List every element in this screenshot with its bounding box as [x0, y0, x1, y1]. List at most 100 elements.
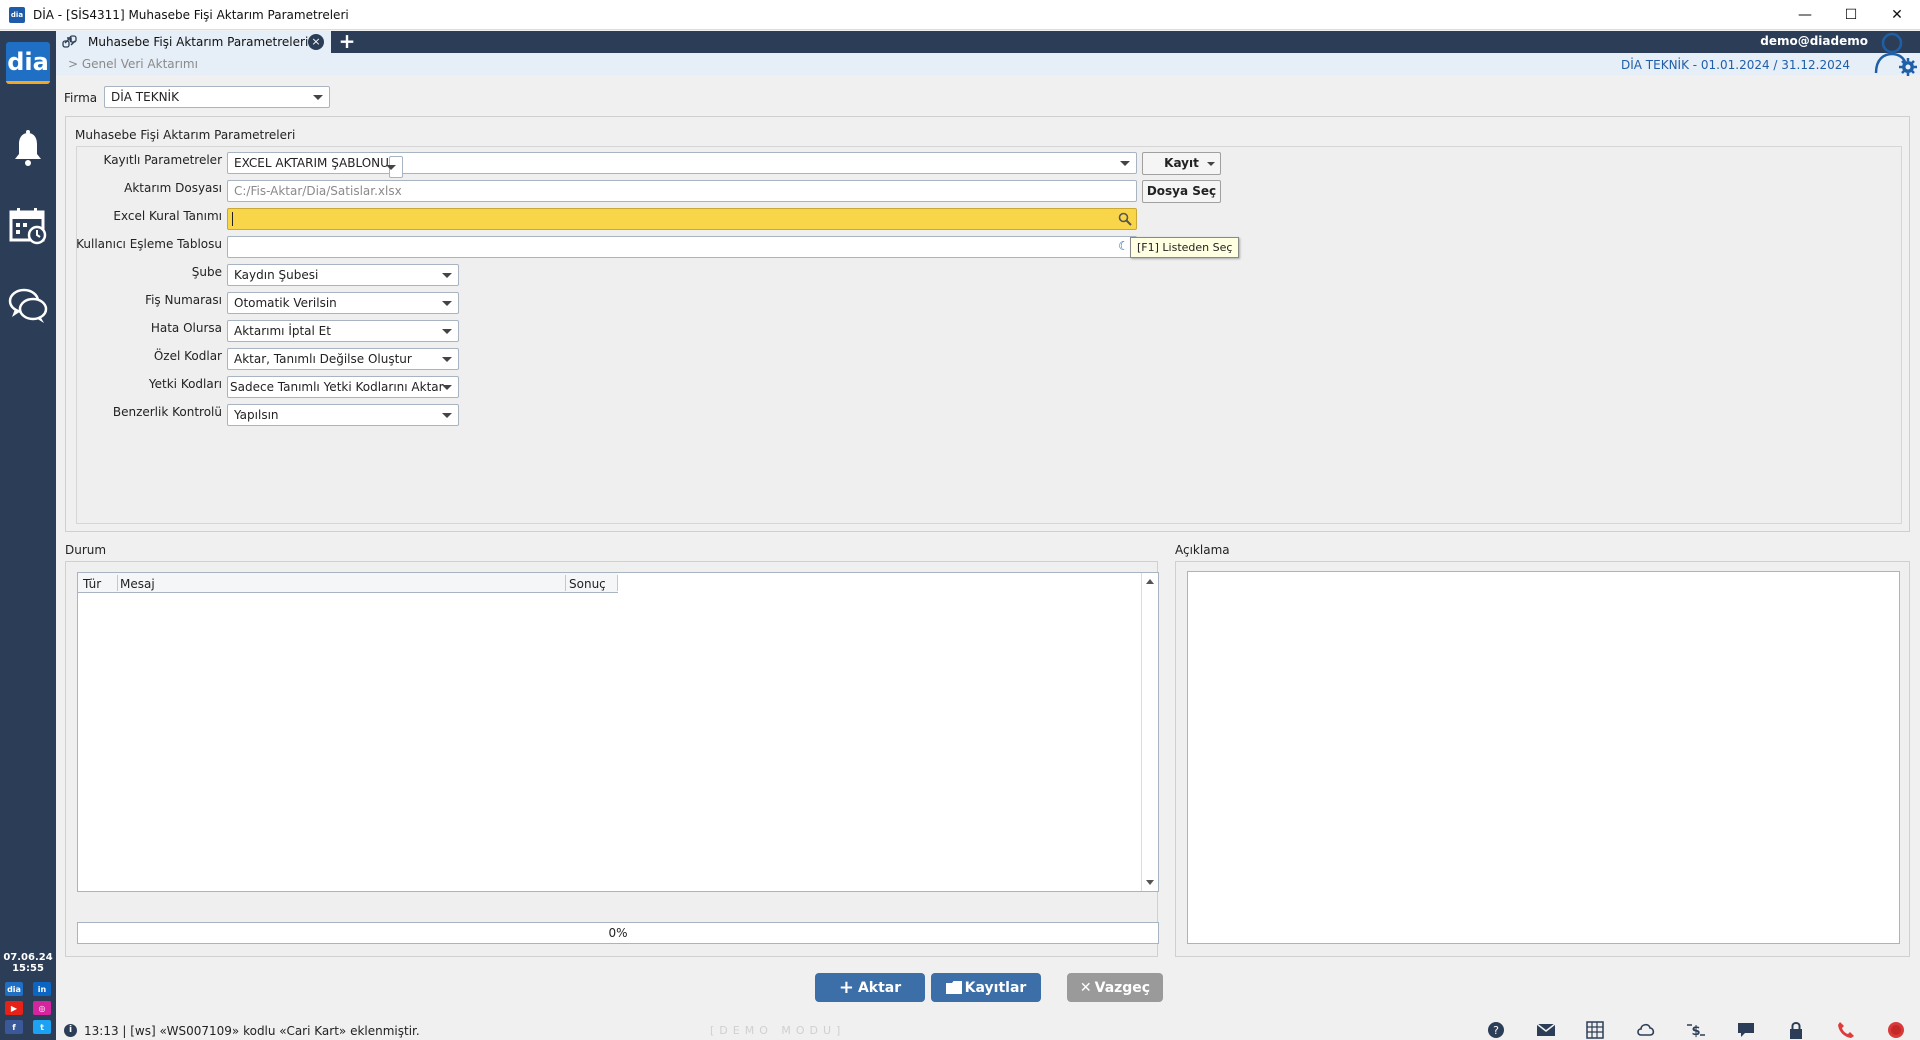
kayitli-parametreler-select[interactable]: EXCEL AKTARIM ŞABLONU — [227, 152, 1137, 178]
info-icon: i — [64, 1024, 77, 1037]
progress-bar: 0% — [77, 922, 1159, 944]
yetki-kodlari-label: Yetki Kodları — [148, 377, 222, 391]
ozel-kodlar-select[interactable]: Aktar, Tanımlı Değilse Oluştur — [227, 348, 459, 370]
dosya-sec-button[interactable]: Dosya Seç — [1142, 180, 1221, 203]
youtube-icon[interactable]: ▶ — [5, 1001, 23, 1015]
currency-icon[interactable]: $ — [1686, 1021, 1706, 1039]
record-icon[interactable] — [1886, 1021, 1906, 1039]
close-icon: ✕ — [1079, 979, 1092, 996]
chevron-down-icon — [1207, 162, 1215, 166]
durum-table-header: Tür Mesaj Sonuç — [78, 573, 618, 593]
user-settings-icon[interactable] — [1870, 29, 1918, 77]
fis-numarasi-select[interactable]: Otomatik Verilsin — [227, 292, 459, 314]
facebook-icon[interactable]: f — [5, 1020, 23, 1034]
excel-kural-label: Excel Kural Tanımı — [113, 209, 222, 223]
fis-numarasi-value: Otomatik Verilsin — [234, 296, 337, 310]
cloud-sync-icon[interactable] — [1636, 1021, 1656, 1039]
chat-icon[interactable] — [0, 282, 56, 330]
folder-icon — [945, 981, 962, 994]
sube-value: Kaydın Şubesi — [234, 268, 319, 282]
durum-scrollbar[interactable] — [1141, 573, 1158, 891]
fis-numarasi-label: Fiş Numarası — [145, 293, 222, 307]
column-header-tur[interactable]: Tür — [83, 577, 101, 591]
vazgec-button[interactable]: ✕ Vazgeç — [1067, 973, 1163, 1002]
company-period[interactable]: DİA TEKNİK - 01.01.2024 / 31.12.2024 — [1621, 58, 1850, 72]
svg-text:?: ? — [1493, 1024, 1499, 1037]
text-cursor — [232, 212, 233, 226]
tab-strip: Muhasebe Fişi Aktarım Parametreleri × + … — [56, 31, 1920, 53]
app-logo-icon: dia — [9, 6, 25, 23]
plus-icon: + — [838, 977, 854, 998]
aciklama-textarea[interactable] — [1187, 571, 1900, 944]
breadcrumb[interactable]: > Genel Veri Aktarımı — [68, 57, 198, 71]
ozel-kodlar-label: Özel Kodlar — [153, 349, 222, 363]
hata-olursa-label: Hata Olursa — [150, 321, 222, 335]
status-message: 13:13 | [ws] «WS007109» kodlu «Cari Kart… — [84, 1024, 420, 1038]
instagram-icon[interactable]: ◎ — [33, 1001, 51, 1015]
aktar-button-label: Aktar — [857, 979, 902, 996]
benzerlik-kontrolu-label: Benzerlik Kontrolü — [112, 405, 222, 419]
firma-value: DİA TEKNİK — [111, 90, 179, 104]
phone-icon[interactable] — [1836, 1021, 1856, 1039]
kayitlar-button[interactable]: Kayıtlar — [931, 973, 1041, 1002]
window-title: DİA - [SİS4311] Muhasebe Fişi Aktarım Pa… — [33, 7, 349, 22]
dia-social-icon[interactable]: dia — [5, 982, 23, 996]
yetki-kodlari-value: Sadece Tanımlı Yetki Kodlarını Aktar — [230, 380, 444, 394]
chevron-down-icon — [442, 385, 452, 390]
firma-select[interactable]: DİA TEKNİK — [104, 86, 330, 108]
link-icon — [62, 35, 77, 48]
bell-icon[interactable] — [0, 126, 56, 174]
grid-icon[interactable] — [1585, 1021, 1605, 1039]
calendar-clock-icon[interactable] — [0, 202, 56, 250]
user-name[interactable]: demo@diademo — [1760, 34, 1868, 48]
progress-text: 0% — [608, 926, 628, 940]
dia-logo[interactable]: dia — [6, 42, 50, 84]
maximize-button[interactable]: ☐ — [1828, 0, 1874, 30]
scroll-down-icon[interactable] — [1146, 880, 1154, 885]
add-tab-icon[interactable]: + — [337, 31, 357, 53]
kayit-button[interactable]: Kayıt — [1142, 152, 1221, 175]
kullanici-esleme-label: Kullanıcı Eşleme Tablosu — [76, 237, 222, 251]
aktarim-dosyasi-input[interactable]: C:/Fis-Aktar/Dia/Satislar.xlsx — [227, 180, 1137, 202]
aktarim-dosyasi-placeholder: C:/Fis-Aktar/Dia/Satislar.xlsx — [234, 184, 402, 198]
sidebar-time: 15:55 — [12, 963, 44, 974]
close-window-button[interactable]: ✕ — [1874, 0, 1920, 30]
chevron-down-icon — [313, 95, 323, 100]
column-header-sonuc[interactable]: Sonuç — [569, 577, 606, 591]
chevron-down-icon — [1120, 161, 1130, 166]
chevron-down-icon — [442, 413, 452, 418]
tab-muhasebe-fisi[interactable]: Muhasebe Fişi Aktarım Parametreleri — [56, 31, 331, 53]
left-sidebar: dia 07.06.24 15:55 dia in ▶ ◎ f t — [0, 31, 56, 1040]
tab-label: Muhasebe Fişi Aktarım Parametreleri — [88, 35, 309, 49]
aktar-button[interactable]: + Aktar — [815, 973, 925, 1002]
benzerlik-kontrolu-select[interactable]: Yapılsın — [227, 404, 459, 426]
close-tab-icon[interactable]: × — [308, 34, 324, 50]
aktarim-dosyasi-label: Aktarım Dosyası — [124, 181, 222, 195]
benzerlik-kontrolu-value: Yapılsın — [234, 408, 279, 422]
minimize-button[interactable]: — — [1782, 0, 1828, 30]
hata-olursa-select[interactable]: Aktarımı İptal Et — [227, 320, 459, 342]
kayit-button-label: Kayıt — [1164, 156, 1199, 170]
sube-select[interactable]: Kaydın Şubesi — [227, 264, 459, 286]
demo-mode-label: [DEMO MODU] — [710, 1024, 846, 1037]
kayitli-parametreler-label: Kayıtlı Parametreler — [103, 153, 222, 167]
chevron-down-icon — [442, 329, 452, 334]
durum-table[interactable]: Tür Mesaj Sonuç — [77, 572, 1159, 892]
search-icon[interactable] — [1118, 212, 1132, 226]
column-header-mesaj[interactable]: Mesaj — [120, 577, 155, 591]
kayitli-parametreler-value: EXCEL AKTARIM ŞABLONU — [234, 156, 389, 170]
mail-icon[interactable] — [1536, 1021, 1556, 1039]
linkedin-icon[interactable]: in — [33, 982, 51, 996]
yetki-kodlari-select[interactable]: Sadece Tanımlı Yetki Kodlarını Aktar — [227, 376, 459, 398]
excel-kural-input[interactable] — [227, 208, 1137, 230]
sube-label: Şube — [191, 265, 222, 279]
chat-bubble-icon[interactable] — [1736, 1021, 1756, 1039]
window-titlebar: dia DİA - [SİS4311] Muhasebe Fişi Aktarı… — [0, 0, 1920, 30]
kayitlar-button-label: Kayıtlar — [964, 979, 1027, 996]
ozel-kodlar-value: Aktar, Tanımlı Değilse Oluştur — [234, 352, 412, 366]
kullanici-esleme-input[interactable]: ☾ — [227, 236, 1137, 258]
twitter-icon[interactable]: t — [33, 1020, 51, 1034]
scroll-up-icon[interactable] — [1146, 579, 1154, 584]
help-icon[interactable]: ? — [1486, 1021, 1506, 1039]
lock-icon[interactable] — [1786, 1021, 1806, 1039]
